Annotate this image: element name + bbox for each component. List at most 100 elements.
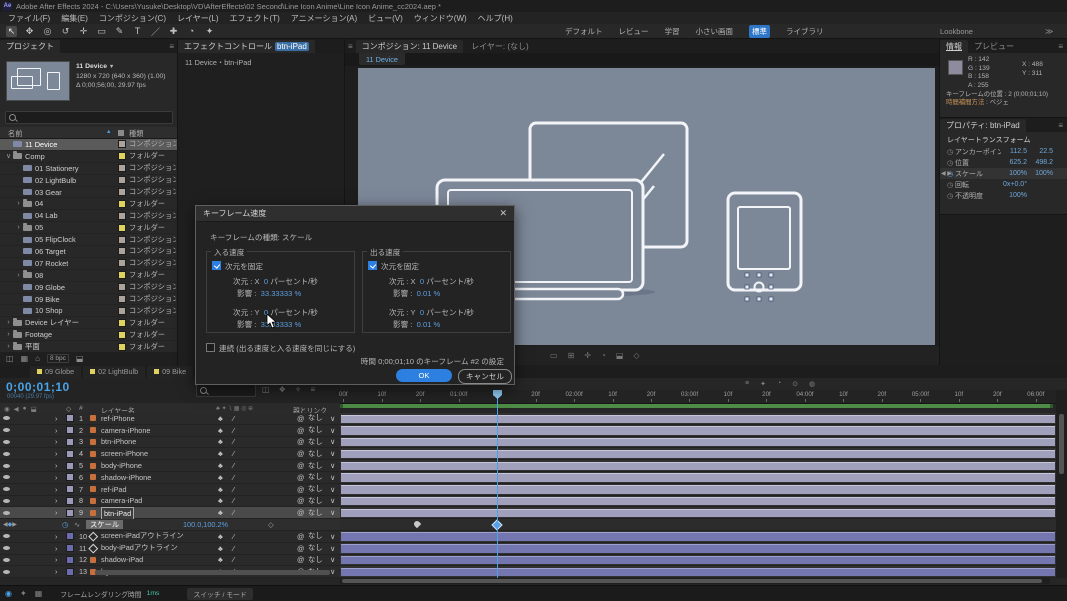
- transform-section-label[interactable]: レイヤートランスフォーム: [947, 135, 1030, 145]
- twirl-icon[interactable]: ›: [55, 496, 57, 507]
- twirl-icon[interactable]: ›: [55, 448, 57, 459]
- 01 Stationery[interactable]: 01 Stationery コンポジション: [0, 163, 178, 175]
- parent-dropdown[interactable]: なし: [308, 413, 323, 424]
- timeline-vertical-scrollbar[interactable]: [1056, 390, 1067, 578]
- layer-duration-bar[interactable]: [341, 426, 1055, 434]
- label-color-chip[interactable]: [118, 331, 126, 339]
- layer-color-chip[interactable]: [66, 496, 74, 507]
- quality-switch-icon[interactable]: ∕: [233, 484, 234, 495]
- screen-iPadアウトライン[interactable]: › 10 screen-iPadアウトライン ♣ ∕ @ なし ∨: [0, 531, 1056, 543]
- eye-icon[interactable]: [3, 507, 11, 518]
- brush-tool-icon[interactable]: ／: [150, 25, 161, 38]
- stopwatch-icon[interactable]: ◷: [62, 519, 68, 530]
- twirl-icon[interactable]: ›: [55, 484, 57, 495]
- timeline-tab-bike[interactable]: 09 Bike: [147, 366, 193, 378]
- twirl-icon[interactable]: ›: [55, 566, 57, 577]
- menu-window[interactable]: ウィンドウ(W): [414, 13, 467, 24]
- eye-icon[interactable]: [3, 555, 11, 566]
- flowchart-icon[interactable]: ✦: [20, 589, 27, 598]
- eye-icon[interactable]: [3, 484, 11, 495]
- transform-row[interactable]: ◷ 不透明度 100%: [940, 190, 1067, 201]
- parent-dropdown[interactable]: なし: [308, 496, 323, 507]
- layer-duration-bar[interactable]: [341, 485, 1055, 493]
- mask-visibility-icon[interactable]: ✛: [584, 351, 591, 360]
- Footage[interactable]: › Footage フォルダー: [0, 329, 178, 341]
- tab-preview[interactable]: プレビュー: [968, 41, 1020, 52]
- property-name[interactable]: スケール: [86, 520, 123, 529]
- stopwatch-icon[interactable]: ◷: [947, 181, 955, 189]
- menu-file[interactable]: ファイル(F): [8, 13, 50, 24]
- transform-row[interactable]: ◷ アンカーポイント 112.5 22.5: [940, 146, 1067, 157]
- comp-thumbnail[interactable]: [6, 61, 70, 101]
- shy-switch-icon[interactable]: ♣: [218, 507, 223, 518]
- quality-switch-icon[interactable]: ∕: [233, 555, 234, 566]
- label-color-chip[interactable]: [118, 319, 126, 327]
- property-value-1[interactable]: 100%: [1001, 170, 1027, 177]
- layer-name[interactable]: shadow-iPad: [101, 555, 143, 566]
- timeline-search-input[interactable]: [196, 384, 256, 397]
- stopwatch-icon[interactable]: ◷: [947, 159, 955, 167]
- text-tool-icon[interactable]: T: [132, 26, 143, 36]
- layer-duration-bar[interactable]: [341, 462, 1055, 470]
- tab-effect-controls[interactable]: エフェクトコントロール btn-iPad: [178, 40, 315, 53]
- expander-icon[interactable]: ∨: [0, 152, 13, 160]
- shape-tool-icon[interactable]: ▭: [96, 26, 107, 37]
- transform-row[interactable]: ◷ 回転 0x+0.0°: [940, 179, 1067, 190]
- parent-dropdown[interactable]: なし: [308, 448, 323, 459]
- 02 LightBulb[interactable]: 02 LightBulb コンポジション: [0, 175, 178, 187]
- eye-icon[interactable]: [3, 566, 11, 577]
- label-color-chip[interactable]: [118, 271, 126, 279]
- region-of-interest-icon[interactable]: ◔: [601, 351, 606, 360]
- 07 Rocket[interactable]: 07 Rocket コンポジション: [0, 258, 178, 270]
- tab-info[interactable]: 情報: [940, 40, 968, 53]
- shy-switch-icon[interactable]: ♣: [218, 496, 223, 507]
- layer-duration-bar[interactable]: [341, 556, 1055, 564]
- layer-color-chip[interactable]: [66, 555, 74, 566]
- comp-mini-flowchart-icon[interactable]: ◫: [262, 385, 270, 394]
- twirl-icon[interactable]: ›: [55, 437, 57, 448]
- column-name[interactable]: 名前: [8, 129, 22, 139]
- layer-name[interactable]: body-iPhone: [101, 460, 142, 471]
- shy-switch-icon[interactable]: ♣: [218, 555, 223, 566]
- workspace-overflow-icon[interactable]: ≫: [1045, 27, 1053, 36]
- property-value-2[interactable]: 22.5: [1027, 148, 1053, 155]
- label-column-icon[interactable]: [118, 130, 124, 136]
- layer-name[interactable]: screen-iPhone: [101, 448, 148, 459]
- parent-dropdown[interactable]: なし: [308, 531, 323, 542]
- property-value-2[interactable]: 498.2: [1027, 159, 1053, 166]
- quality-switch-icon[interactable]: ∕: [233, 531, 234, 542]
- quality-switch-icon[interactable]: ∕: [233, 496, 234, 507]
- close-icon[interactable]: ✕: [499, 208, 507, 219]
- expander-icon[interactable]: ›: [0, 224, 23, 231]
- pickwhip-icon[interactable]: @: [297, 496, 304, 507]
- shy-master-icon[interactable]: ✧: [295, 385, 302, 394]
- layer-name[interactable]: ref-iPad: [101, 484, 127, 495]
- label-color-chip[interactable]: [118, 295, 126, 303]
- layer-duration-bar[interactable]: [341, 473, 1055, 481]
- label-color-chip[interactable]: [118, 212, 126, 220]
- quality-switch-icon[interactable]: ∕: [233, 425, 234, 436]
- 05 FlipClock[interactable]: 05 FlipClock コンポジション: [0, 234, 178, 246]
- layer-color-chip[interactable]: [66, 437, 74, 448]
- expander-icon[interactable]: ›: [0, 331, 13, 338]
- shy-switch-icon[interactable]: ♣: [218, 543, 223, 554]
- checkbox-checked-icon[interactable]: [212, 261, 221, 270]
- screen-iPhone[interactable]: › 4 screen-iPhone ♣ ∕ @ なし ∨: [0, 448, 1056, 460]
- layer-duration-bar[interactable]: [341, 415, 1055, 423]
- switches-modes-toggle[interactable]: スイッチ / モード: [187, 588, 252, 600]
- layer-name[interactable]: camera-iPhone: [101, 425, 150, 436]
- shy-switch-icon[interactable]: ♣: [218, 531, 223, 542]
- property-value-2[interactable]: 100%: [1027, 170, 1053, 177]
- ok-button[interactable]: OK: [396, 369, 452, 382]
- property-value-1[interactable]: 112.5: [1001, 148, 1027, 155]
- layer-name[interactable]: camera-iPad: [101, 496, 142, 507]
- 08[interactable]: › 08 フォルダー: [0, 270, 178, 282]
- draft-3d-icon[interactable]: ❖: [279, 385, 286, 394]
- out-y-influence-value[interactable]: 0.01 %: [417, 320, 441, 329]
- transform-row[interactable]: ◷ スケール 100% 100%: [940, 168, 1067, 179]
- eye-icon[interactable]: [3, 437, 11, 448]
- shy-switch-icon[interactable]: ♣: [218, 413, 223, 424]
- caret-down-icon[interactable]: ▼: [109, 64, 114, 70]
- 04[interactable]: › 04 フォルダー: [0, 198, 178, 210]
- zoom-tool-icon[interactable]: ◎: [42, 26, 53, 37]
